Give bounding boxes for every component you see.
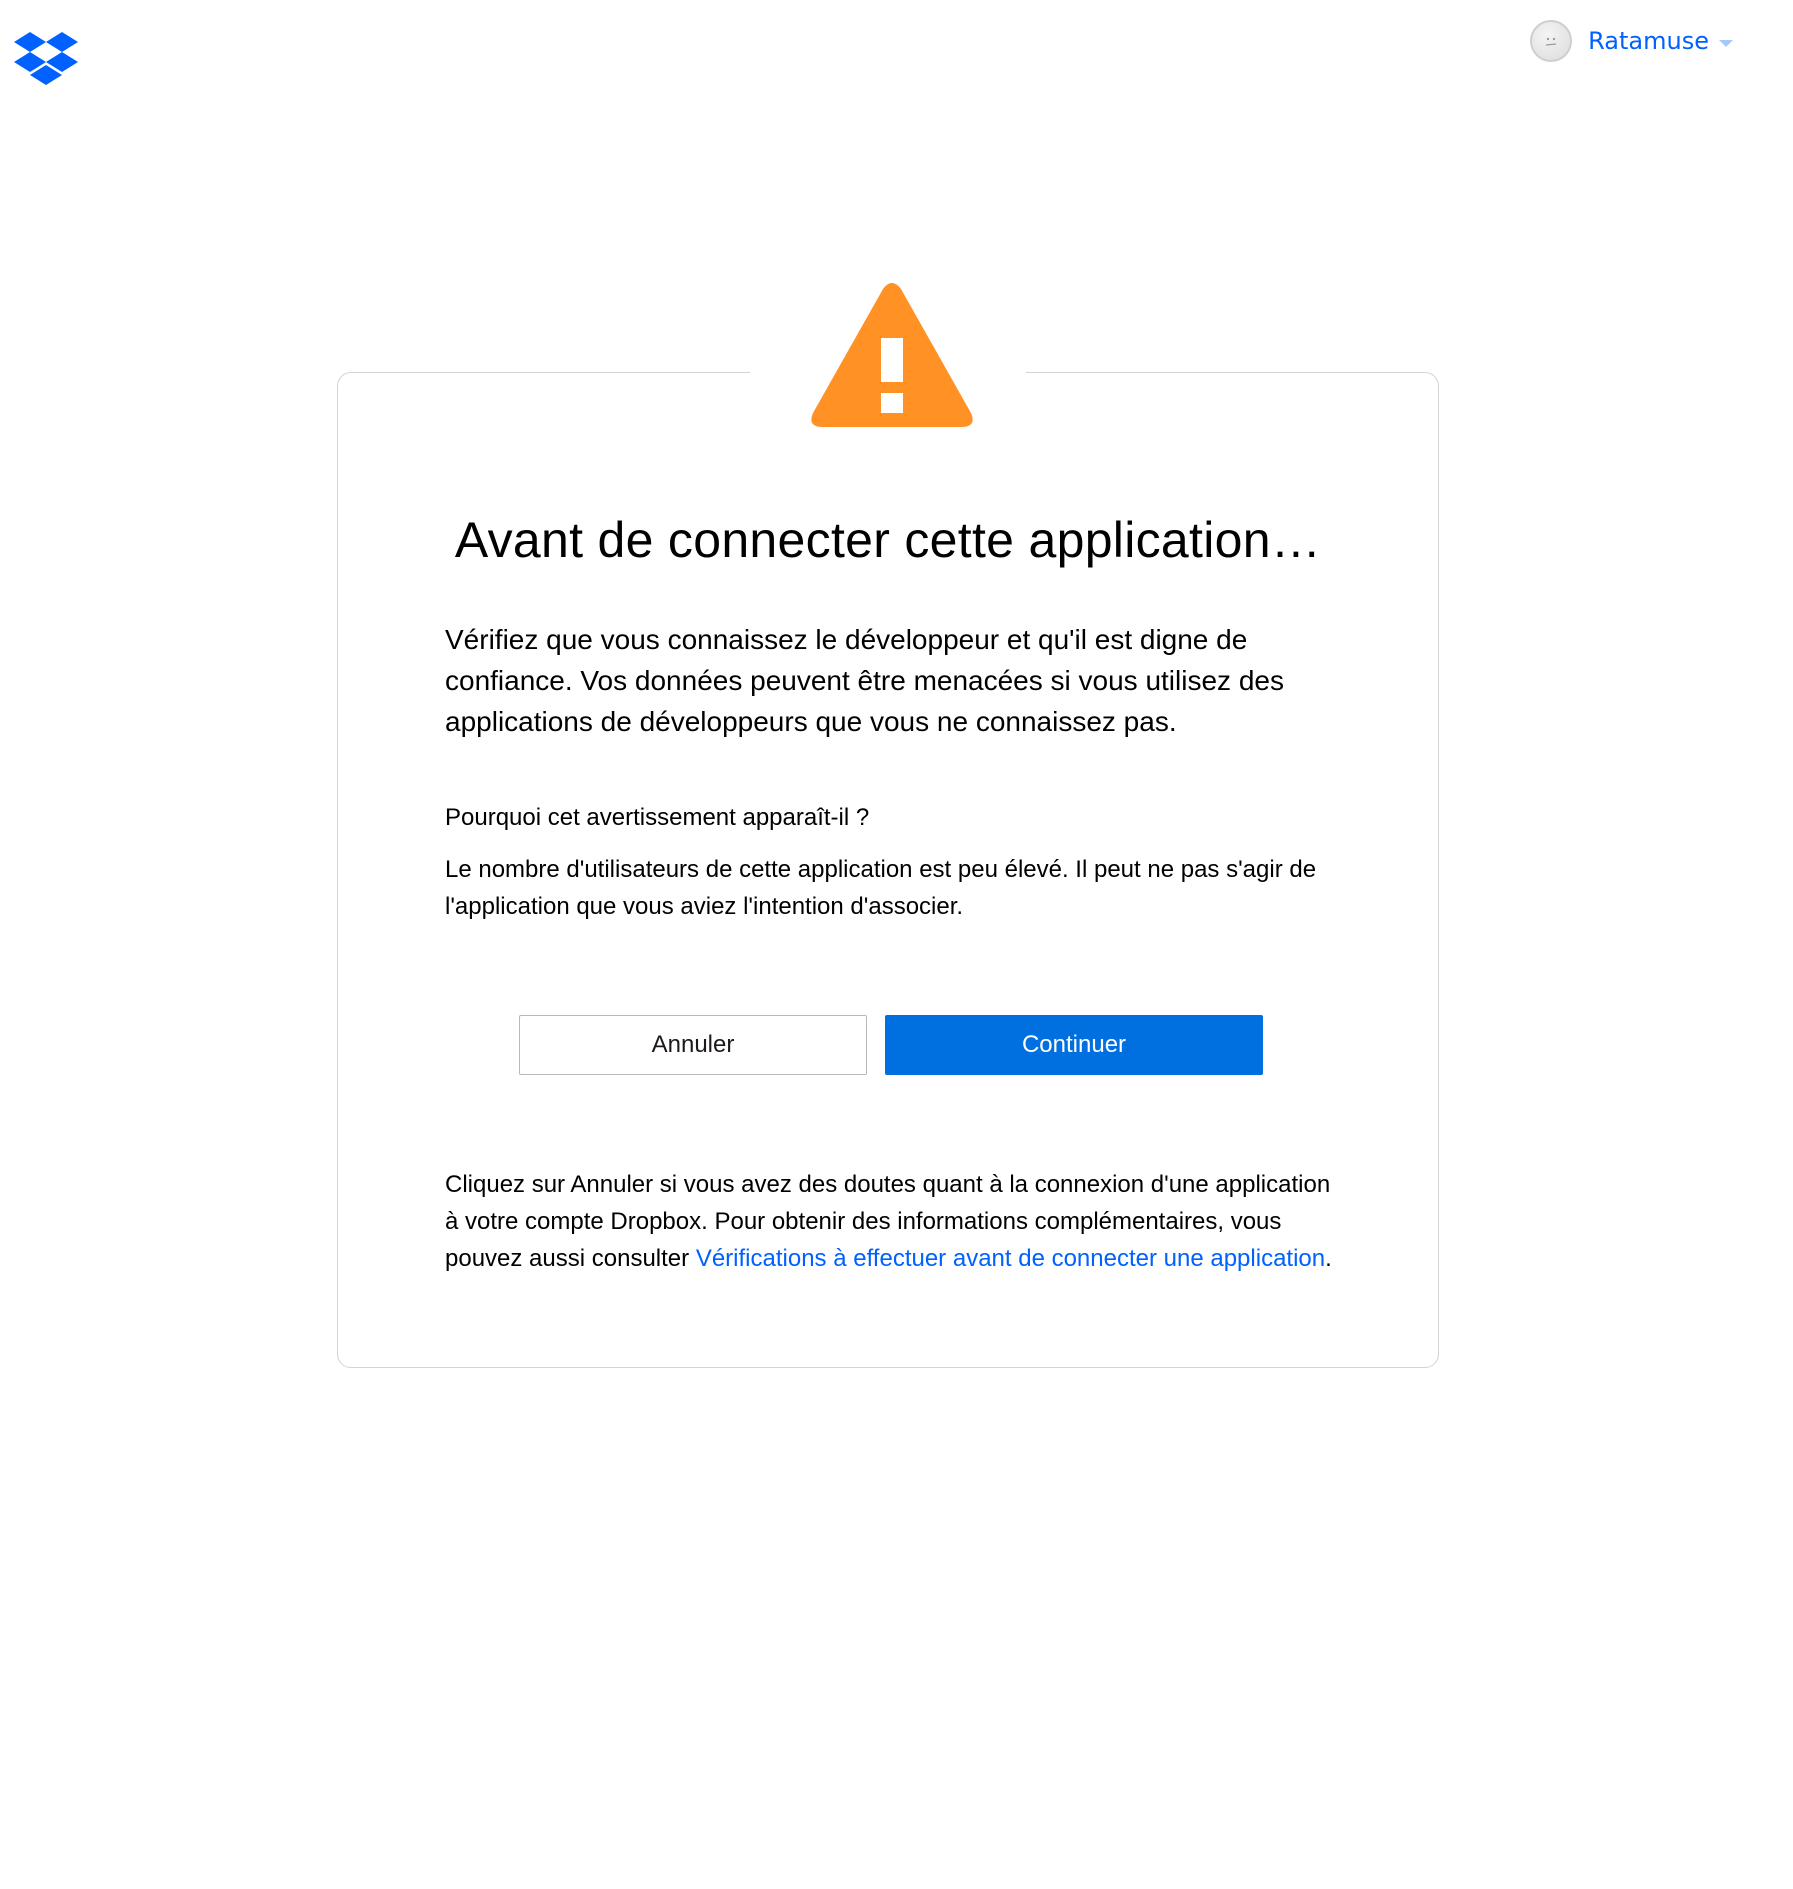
connect-app-warning-dialog: Avant de connecter cette application… Vé… (337, 283, 1439, 1368)
warning-triangle-icon (809, 283, 975, 429)
verification-help-link[interactable]: Vérifications à effectuer avant de conne… (696, 1245, 1325, 1272)
dropbox-logo-icon[interactable] (14, 32, 78, 86)
footer-note: Cliquez sur Annuler si vous avez des dou… (445, 1166, 1345, 1277)
cancel-button[interactable]: Annuler (519, 1015, 867, 1075)
account-menu[interactable]: Ratamuse (1530, 20, 1733, 62)
chevron-down-icon[interactable] (1719, 39, 1733, 47)
footer-period: . (1325, 1245, 1332, 1272)
continue-button[interactable]: Continuer (885, 1015, 1263, 1075)
warning-lead-text: Vérifiez que vous connaissez le développ… (445, 624, 1284, 737)
account-name[interactable]: Ratamuse (1588, 27, 1709, 55)
dialog-title: Avant de connecter cette application… (454, 512, 1322, 568)
why-heading: Pourquoi cet avertissement apparaît-il ? (445, 804, 870, 831)
avatar-icon (1530, 20, 1573, 62)
why-explanation: Le nombre d'utilisateurs de cette applic… (445, 856, 1317, 920)
